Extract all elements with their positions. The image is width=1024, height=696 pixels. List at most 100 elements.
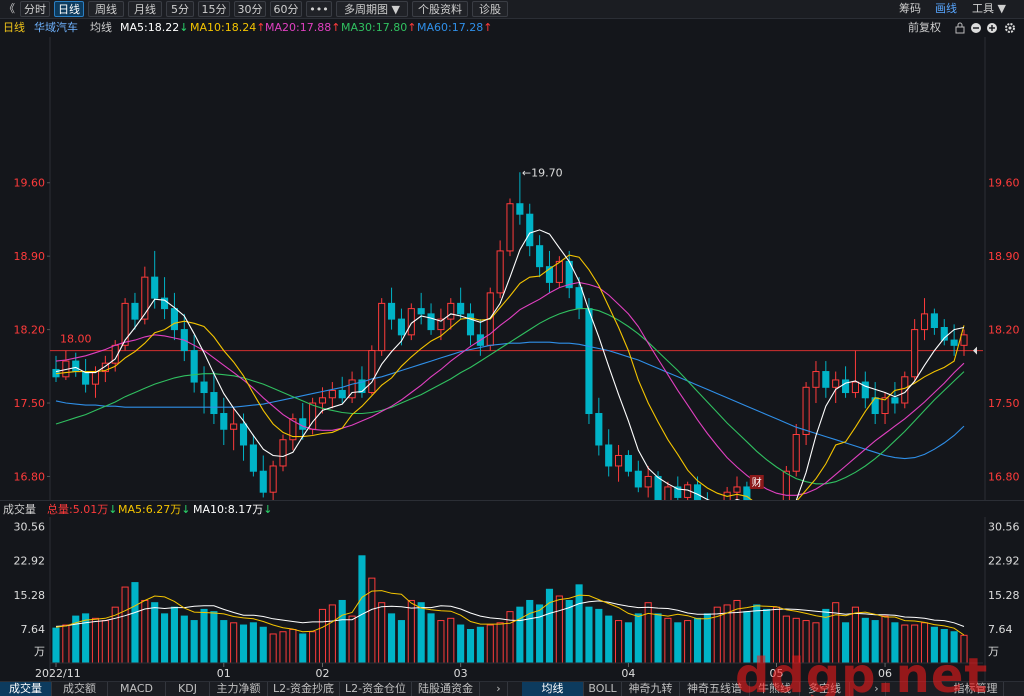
indicator-tab-1[interactable]: 成交额 [52,682,108,696]
lock-icon[interactable] [954,19,966,37]
volume-bar [634,613,642,664]
y-tick-right: 17.50 [988,397,1020,410]
candle [348,371,356,404]
x-tick-label: 01 [217,667,231,680]
volume-bar [358,555,366,664]
y-tick-right: 19.60 [988,177,1020,190]
tab-0[interactable]: 分时 [20,1,50,17]
candle [920,298,929,341]
indicator-tab-6[interactable]: L2-资金仓位 [340,682,412,696]
period-label: 日线 [3,21,25,34]
candle [328,382,336,409]
stock-name[interactable]: 华域汽车 [34,19,78,37]
candle [249,434,257,477]
candle [911,319,919,383]
ma60-legend: MA60:17.28↑ [417,21,493,34]
volume-bar [654,613,662,664]
volume-bar [230,622,238,664]
candle [812,361,820,404]
indicator-tab-10[interactable]: 神奇九转 [622,682,680,696]
volume-total: 总量:5.01万↓ [47,503,118,516]
volume-bar [674,622,682,664]
x-tick-label: 04 [621,667,635,680]
volume-bar [447,617,455,664]
zoom-out-icon[interactable] [970,19,982,37]
settings-icon[interactable] [1004,19,1016,37]
tab-7[interactable]: 60分 [270,1,302,17]
volume-bar [279,631,287,664]
candle [388,287,396,330]
indicator-tab-2[interactable]: MACD [108,682,166,696]
candle [417,292,425,325]
vol-y-tick-left: 22.92 [14,555,46,568]
tab-3[interactable]: 月线 [128,1,162,17]
indicator-tab-9[interactable]: BOLL [584,682,622,696]
volume-bar [644,602,652,664]
volume-bar [437,620,445,664]
x-tick-label: 02 [315,667,329,680]
candle [802,382,810,445]
volume-bar [52,627,60,664]
tab-4[interactable]: 5分 [166,1,194,17]
candle [170,292,178,341]
volume-bar [615,620,623,664]
tab-9[interactable]: 多周期图 ▼ [336,1,408,17]
tab-6[interactable]: 30分 [234,1,266,17]
candle [72,352,80,377]
candle [259,455,267,498]
volume-ma5: MA5:6.27万↓ [118,503,191,516]
indicator-tab-5[interactable]: L2-资金抄底 [268,682,340,696]
volume-bar [417,602,425,664]
volume-bar [536,604,544,664]
back-button[interactable]: 《 [4,2,15,17]
candle [822,361,830,398]
indicator-tab-7[interactable]: 陆股通资金 [412,682,480,696]
tabs-scroll-right-button[interactable]: › [490,682,508,696]
indicator-tab-3[interactable]: KDJ [166,682,210,696]
candle [851,350,859,398]
indicator-tab-0[interactable]: 成交量 [0,682,52,696]
candle [743,481,751,500]
candle [792,424,800,477]
volume-bar [220,620,228,664]
ma30-line [55,308,965,485]
candle [545,250,554,293]
toolbar-right-1[interactable]: 画线 [935,2,957,17]
volume-title[interactable]: 成交量 [3,501,36,518]
zoom-in-icon[interactable] [986,19,998,37]
volume-bar [664,617,672,664]
y-tick-left: 18.20 [14,324,46,337]
volume-bar [407,599,415,664]
indicator-tab-8[interactable]: 均线 [522,682,584,696]
volume-bar [259,626,267,664]
candlestick-chart[interactable]: 19.60 19.60 18.90 18.90 18.20 18.20 17.50 17.50… [0,37,1024,500]
volume-bar [397,620,405,664]
candle [832,371,840,404]
vol-unit-right: 万 [988,645,999,658]
candle [457,287,465,320]
adjust-dropdown[interactable]: 前复权 [908,19,941,37]
period-toolbar: 《分时 日线 周线 月线 5分 15分 30分 60分 ••• 多周期图 ▼ 个股资料 诊股 筹码 画线工… [0,0,1024,19]
toolbar-right-0[interactable]: 筹码 [899,2,921,17]
candle [82,358,90,393]
ma5-legend: MA5:18.22↓ [120,21,189,34]
candle [338,376,346,404]
tab-2[interactable]: 周线 [88,1,124,17]
tab-1[interactable]: 日线 [54,1,84,17]
volume-bar [595,608,603,664]
toolbar-right-2[interactable]: 工具 ▼ [972,2,1006,17]
tab-5[interactable]: 15分 [198,1,230,17]
tab-8[interactable]: ••• [306,1,332,17]
volume-bar [190,620,198,664]
tab-11[interactable]: 诊股 [472,1,508,17]
indicator-tab-4[interactable]: 主力净额 [210,682,268,696]
vol-y-tick-right: 22.92 [988,555,1020,568]
volume-bar [555,595,563,664]
candle [605,429,613,477]
avg-line-label[interactable]: 均线 [90,19,112,37]
volume-bar [605,615,613,664]
watermark: ddgp.net [735,648,989,696]
vol-unit-left: 万 [34,645,45,658]
tab-10[interactable]: 个股资料 [412,1,468,17]
candle [397,308,405,346]
